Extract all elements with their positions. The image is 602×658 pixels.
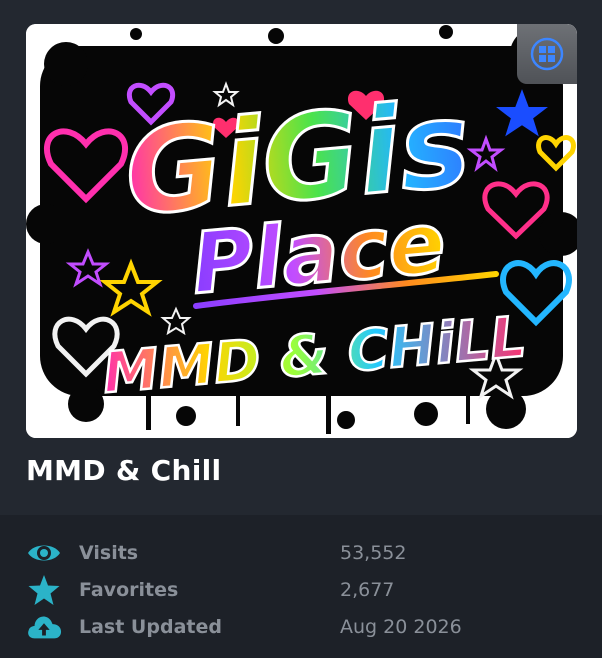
stat-value: Aug 20 2026 <box>340 616 462 638</box>
eye-icon <box>26 537 62 569</box>
platform-badge <box>517 24 577 84</box>
world-title[interactable]: MMD & Chill <box>26 454 221 487</box>
stat-last-updated: Last Updated Aug 20 2026 <box>26 611 586 643</box>
cloud-upload-icon <box>26 611 62 643</box>
stat-label: Visits <box>79 542 139 564</box>
stat-label: Favorites <box>79 579 179 601</box>
world-stats: Visits 53,552 Favorites 2,677 Last Updat… <box>0 515 602 658</box>
world-card[interactable]: GiGis Place MMD & CHiLL MMD & Chill Visi… <box>0 0 602 658</box>
stat-visits: Visits 53,552 <box>26 537 586 569</box>
windows-icon <box>530 37 564 71</box>
stat-label: Last Updated <box>79 616 222 638</box>
thumbnail-art: GiGis Place MMD & CHiLL <box>26 24 577 438</box>
world-thumbnail[interactable]: GiGis Place MMD & CHiLL <box>26 24 577 438</box>
star-icon <box>26 574 62 606</box>
card-header: GiGis Place MMD & CHiLL MMD & Chill <box>0 0 602 515</box>
stat-favorites: Favorites 2,677 <box>26 574 586 606</box>
stat-value: 2,677 <box>340 579 395 601</box>
stat-value: 53,552 <box>340 542 407 564</box>
